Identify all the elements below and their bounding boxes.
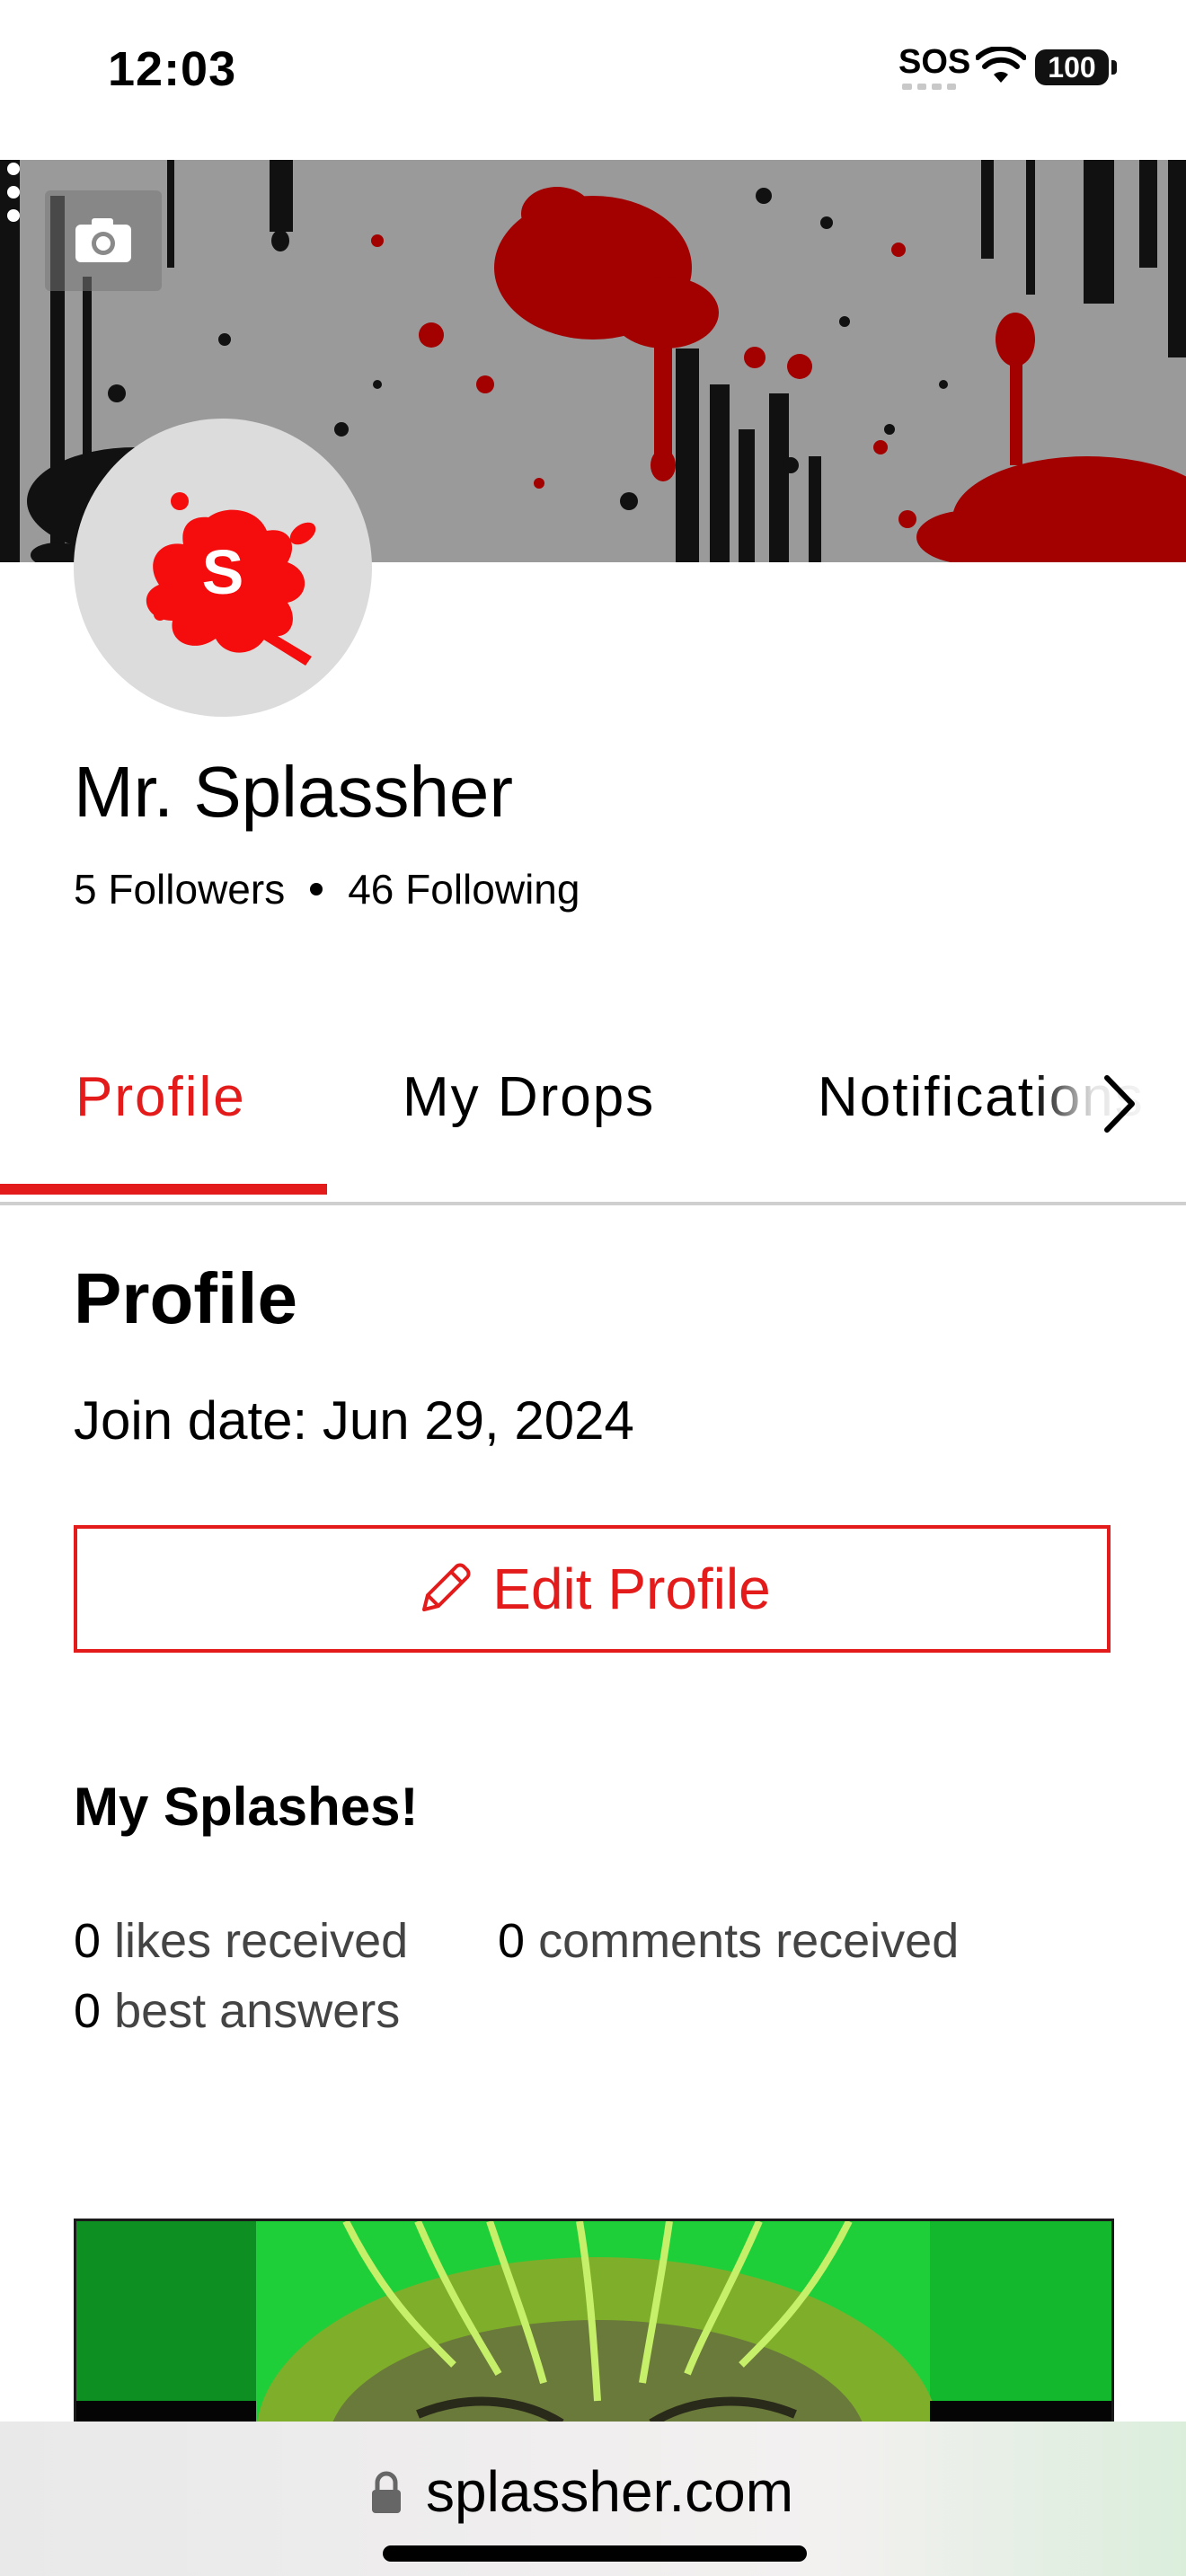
battery-cap [1111,60,1117,75]
wifi-icon [976,47,1026,83]
separator-dot [310,883,323,895]
pencil-icon [422,1563,471,1611]
chevron-right-icon[interactable] [1098,1072,1141,1135]
featured-image[interactable] [74,2219,1114,2425]
edit-profile-button[interactable]: Edit Profile [74,1525,1111,1653]
follow-counts: 5 Followers 46 Following [74,862,580,916]
tab-divider [0,1202,1186,1205]
tab-profile[interactable]: Profile [75,1065,246,1130]
more-vertical-icon[interactable] [0,160,27,232]
stat-answers-count: 0 [74,1984,102,2038]
edit-profile-label: Edit Profile [492,1557,771,1621]
avatar-splat-logo: S [146,492,316,666]
stat-likes-label: likes received [114,1914,409,1968]
stat-best-answers: 0 best answers [74,1976,400,2046]
stat-comments-label: comments received [538,1914,960,1968]
splashes-title: My Splashes! [74,1777,419,1837]
camera-icon [75,218,131,262]
avatar[interactable]: S [74,419,372,717]
profile-tabs: Profile My Drops Notifications [0,1010,1186,1205]
status-bar: 12:03 SOS 100 [0,0,1186,160]
active-tab-indicator [0,1184,327,1195]
stat-likes-count: 0 [74,1914,102,1968]
stat-answers-label: best answers [114,1984,401,2038]
sos-indicator: SOS [898,43,971,81]
following-link[interactable]: 46 Following [348,862,580,916]
lock-icon [372,2471,401,2513]
avatar-letter: S [202,537,244,607]
tab-my-drops[interactable]: My Drops [403,1065,655,1130]
stat-comments-count: 0 [498,1914,526,1968]
change-cover-button[interactable] [45,190,162,291]
profile-name: Mr. Splassher [74,752,514,832]
signal-dots [902,84,956,91]
stat-comments: 0 comments received [498,1906,959,1976]
status-time: 12:03 [108,42,237,96]
home-indicator [383,2545,807,2562]
stat-likes: 0 likes received [74,1906,408,1976]
featured-image-art [76,2221,1111,2422]
join-date: Join date: Jun 29, 2024 [74,1390,634,1451]
battery-indicator: 100 [1035,49,1109,85]
url-text: splassher.com [426,2459,794,2524]
section-title: Profile [74,1258,297,1338]
followers-link[interactable]: 5 Followers [74,862,285,916]
